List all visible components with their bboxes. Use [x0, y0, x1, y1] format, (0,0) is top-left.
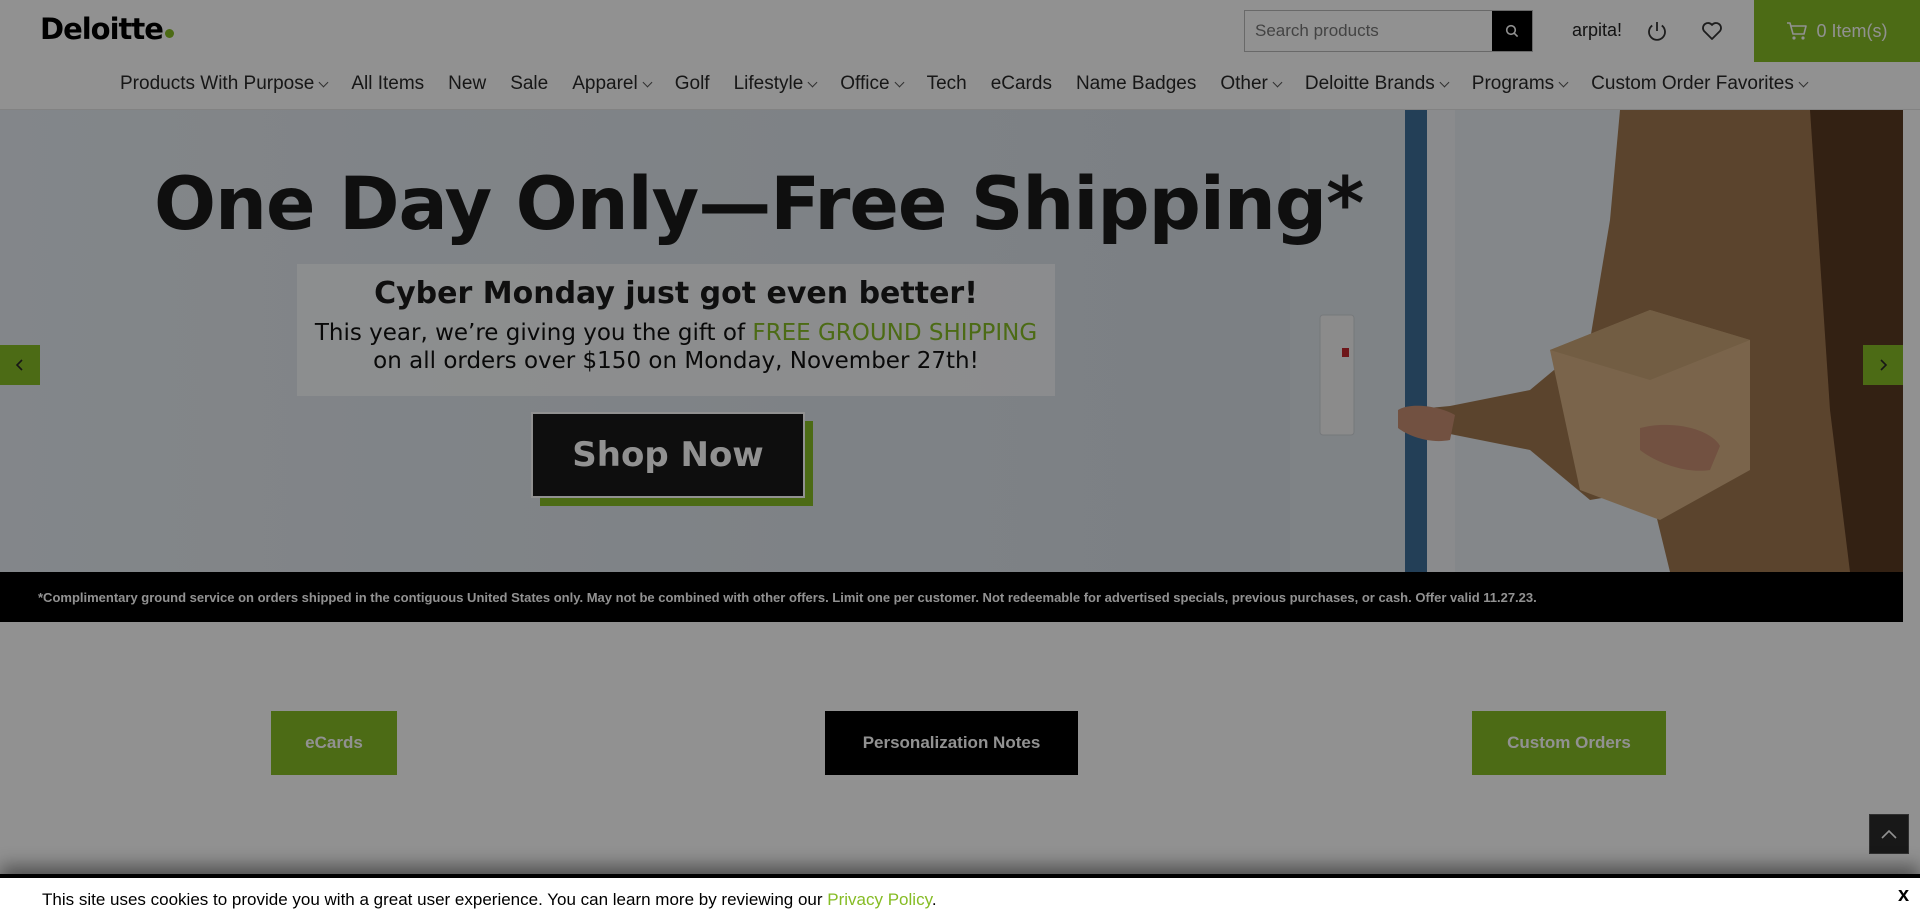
logout-power-icon[interactable] [1645, 19, 1669, 43]
nav-item-label: eCards [990, 73, 1052, 94]
chevron-left-icon [15, 359, 23, 371]
nav-item-label: Office [840, 73, 890, 94]
nav-item-custom-order-favorites[interactable]: Custom Order Favorites [1591, 73, 1809, 95]
cart-button[interactable]: 0 Item(s) [1754, 0, 1920, 62]
nav-item-programs[interactable]: Programs [1471, 73, 1569, 95]
ecards-button[interactable]: eCards [271, 711, 397, 775]
nav-item-name-badges[interactable]: Name Badges [1076, 73, 1196, 95]
privacy-policy-link[interactable]: Privacy Policy [827, 890, 932, 909]
nav-item-label: Products With Purpose [120, 73, 315, 94]
nav-item-label: Golf [674, 73, 710, 94]
main-navigation: Products With Purpose All Items New Sale App… [0, 62, 1920, 110]
promo-line-2: on all orders over $150 on Monday, Novem… [373, 348, 979, 374]
logo-green-dot [164, 29, 174, 38]
nav-item-golf[interactable]: Golf [675, 73, 710, 95]
delivery-person-image [1290, 110, 1903, 572]
cookie-message: This site uses cookies to provide you wi… [42, 890, 937, 909]
cookie-close-button[interactable]: x [1898, 884, 1909, 907]
nav-item-label: Other [1220, 73, 1268, 94]
search-box [1244, 10, 1533, 52]
nav-item-label: New [448, 73, 487, 94]
nav-item-label: Tech [926, 73, 967, 94]
user-greeting[interactable]: arpita! [1572, 20, 1622, 41]
nav-item-label: Apparel [572, 73, 638, 94]
deloitte-logo[interactable]: Deloitte [40, 12, 174, 46]
chevron-down-icon [642, 77, 653, 87]
chevron-down-icon [1439, 77, 1450, 87]
nav-item-deloitte-brands[interactable]: Deloitte Brands [1304, 73, 1450, 95]
nav-item-label: Programs [1471, 73, 1555, 94]
carousel-next-button[interactable] [1863, 345, 1903, 385]
promo-subtitle: Cyber Monday just got even better! [374, 276, 978, 311]
wishlist-heart-icon[interactable] [1700, 19, 1724, 43]
hero-banner: One Day Only—Free Shipping* Cyber Monday… [0, 110, 1903, 572]
nav-item-label: All Items [351, 73, 425, 94]
chevron-down-icon [1558, 77, 1569, 87]
chevron-down-icon [1272, 77, 1283, 87]
cookie-banner: This site uses cookies to provide you wi… [0, 874, 1920, 919]
nav-item-products-with-purpose[interactable]: Products With Purpose [120, 73, 329, 95]
nav-item-label: Sale [510, 73, 549, 94]
cart-icon [1787, 22, 1808, 40]
hero-title: One Day Only—Free Shipping* [154, 162, 1364, 247]
chevron-down-icon [807, 77, 818, 87]
personalization-notes-button[interactable]: Personalization Notes [825, 711, 1078, 775]
chevron-up-icon [1881, 829, 1897, 839]
search-button[interactable] [1492, 11, 1532, 51]
chevron-down-icon [318, 77, 329, 87]
nav-item-lifestyle[interactable]: Lifestyle [733, 73, 818, 95]
shop-now-button[interactable]: Shop Now [531, 412, 805, 498]
back-to-top-button[interactable] [1869, 814, 1909, 854]
custom-orders-button[interactable]: Custom Orders [1472, 711, 1666, 775]
top-header: Deloitte arpita! 0 Item(s) [0, 0, 1920, 62]
nav-item-ecards[interactable]: eCards [991, 73, 1052, 95]
nav-item-tech[interactable]: Tech [927, 73, 967, 95]
nav-item-label: Lifestyle [733, 73, 804, 94]
nav-item-other[interactable]: Other [1220, 73, 1283, 95]
shipping-disclaimer: *Complimentary ground service on orders … [0, 572, 1903, 622]
carousel-prev-button[interactable] [0, 345, 40, 385]
nav-item-label: Name Badges [1075, 73, 1197, 94]
search-icon [1505, 24, 1519, 38]
search-input[interactable] [1245, 11, 1493, 51]
nav-item-all-items[interactable]: All Items [351, 73, 424, 95]
nav-item-label: Deloitte Brands [1304, 73, 1435, 94]
chevron-down-icon [1798, 77, 1809, 87]
promo-text-box: Cyber Monday just got even better! This … [297, 264, 1055, 396]
nav-item-label: Custom Order Favorites [1591, 73, 1794, 94]
free-shipping-highlight: FREE GROUND SHIPPING [752, 320, 1038, 346]
chevron-right-icon [1880, 359, 1888, 371]
promo-line-1: This year, we’re giving you the gift of … [314, 320, 1038, 346]
nav-item-sale[interactable]: Sale [510, 73, 548, 95]
nav-item-apparel[interactable]: Apparel [572, 73, 653, 95]
chevron-down-icon [894, 77, 905, 87]
cart-count-label: 0 Item(s) [1816, 20, 1888, 41]
nav-item-office[interactable]: Office [840, 73, 905, 95]
nav-item-new[interactable]: New [448, 73, 486, 95]
